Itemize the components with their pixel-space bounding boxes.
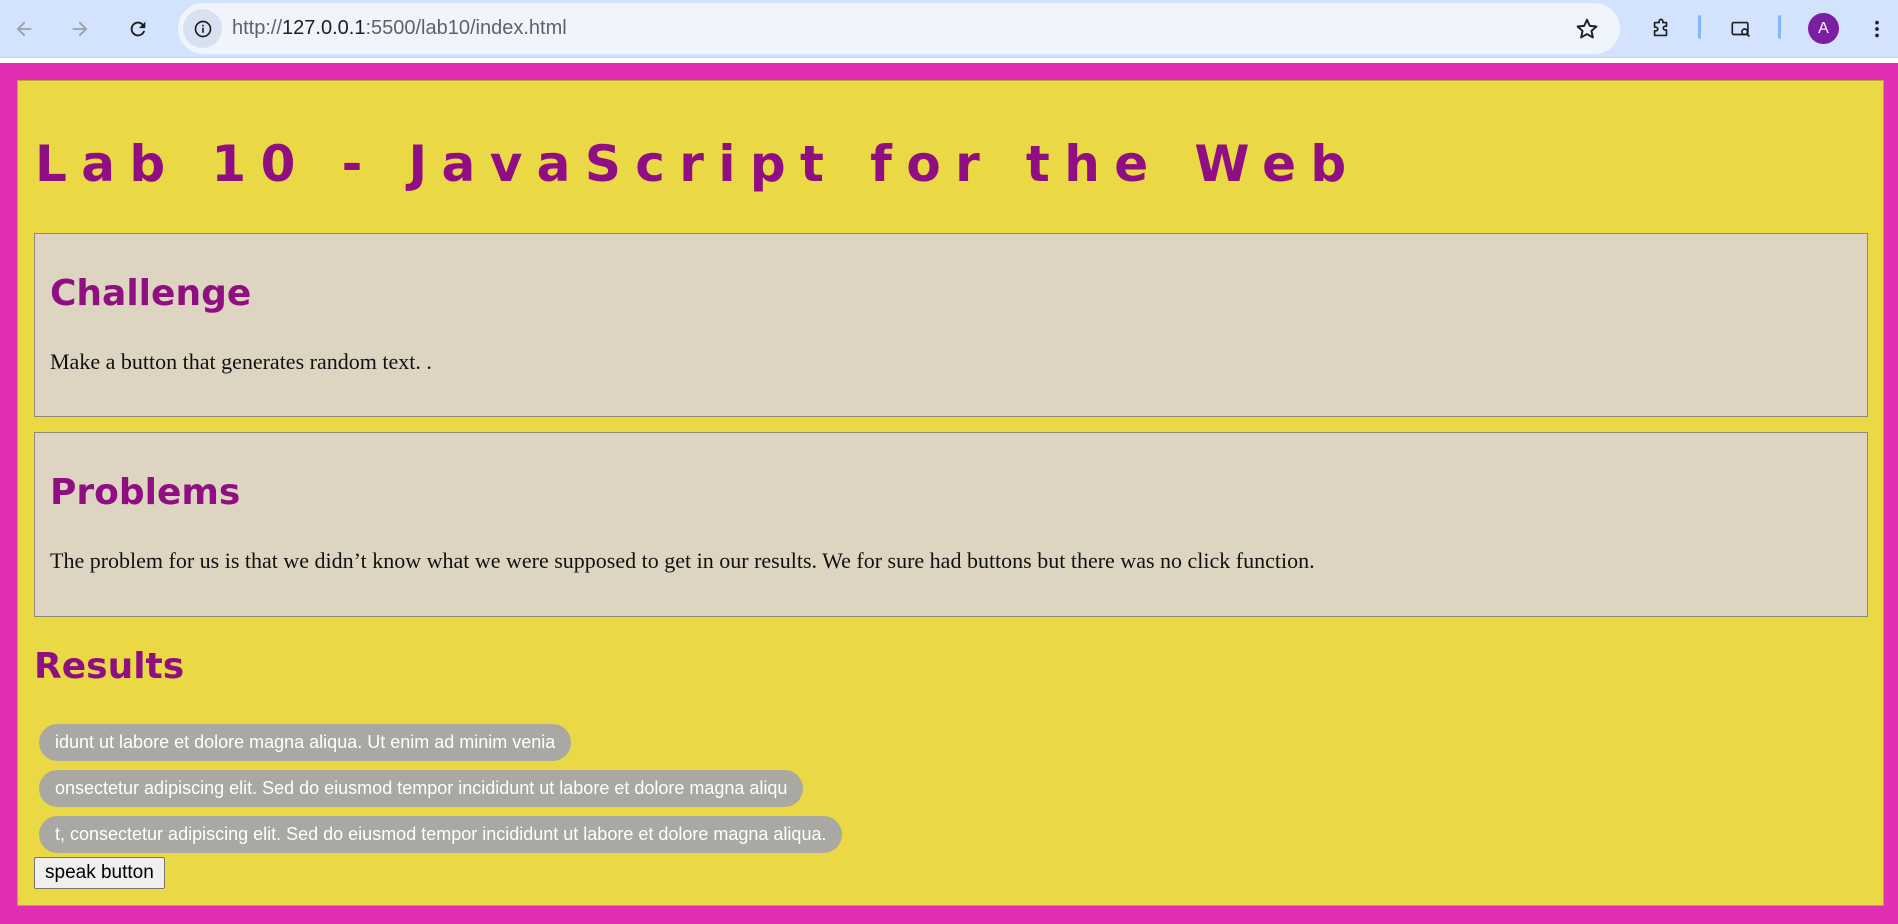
puzzle-icon xyxy=(1653,18,1668,37)
result-item: onsectetur adipiscing elit. Sed do eiusm… xyxy=(39,770,804,807)
problems-card: Problems The problem for us is that we d… xyxy=(34,432,1868,617)
result-item: t, consectetur adipiscing elit. Sed do e… xyxy=(39,816,843,853)
site-info-button[interactable] xyxy=(183,9,222,48)
problems-text: The problem for us is that we didn’t kno… xyxy=(50,548,1315,573)
more-vert-icon xyxy=(1875,20,1879,38)
menu-button[interactable] xyxy=(1857,9,1897,49)
tab-search-icon xyxy=(1731,21,1751,38)
results-heading: Results xyxy=(34,646,185,687)
bookmark-star-icon[interactable] xyxy=(1574,16,1600,42)
browser-toolbar: http://127.0.0.1:5500/lab10/index.html A xyxy=(0,0,1898,58)
back-button[interactable] xyxy=(4,9,44,49)
url-scheme: http:// xyxy=(232,17,283,39)
toolbar-divider xyxy=(1698,15,1701,39)
tab-search-button[interactable] xyxy=(1721,9,1761,49)
forward-button[interactable] xyxy=(60,9,100,49)
info-icon xyxy=(194,20,211,37)
url-path: :5500/lab10/index.html xyxy=(365,17,567,39)
speak-button[interactable]: speak button xyxy=(34,857,165,889)
toolbar-divider xyxy=(1778,15,1781,39)
page-body: Lab 10 - JavaScript for the Web Challeng… xyxy=(17,80,1884,906)
address-bar[interactable]: http://127.0.0.1:5500/lab10/index.html xyxy=(178,3,1620,54)
page-title: Lab 10 - JavaScript for the Web xyxy=(35,135,1361,193)
challenge-heading: Challenge xyxy=(50,273,252,314)
challenge-text: Make a button that generates random text… xyxy=(50,349,432,374)
extensions-button[interactable] xyxy=(1641,9,1681,49)
page-viewport: Lab 10 - JavaScript for the Web Challeng… xyxy=(0,63,1898,924)
url-host: 127.0.0.1 xyxy=(282,17,366,39)
arrow-left-icon xyxy=(16,21,32,37)
reload-icon xyxy=(130,21,146,37)
profile-avatar[interactable]: A xyxy=(1808,13,1839,44)
challenge-card: Challenge Make a button that generates r… xyxy=(34,233,1868,417)
reload-button[interactable] xyxy=(118,9,158,49)
result-item: idunt ut labore et dolore magna aliqua. … xyxy=(39,724,572,761)
arrow-right-icon xyxy=(72,21,88,37)
problems-heading: Problems xyxy=(50,472,241,513)
url-text: http://127.0.0.1:5500/lab10/index.html xyxy=(232,3,567,54)
